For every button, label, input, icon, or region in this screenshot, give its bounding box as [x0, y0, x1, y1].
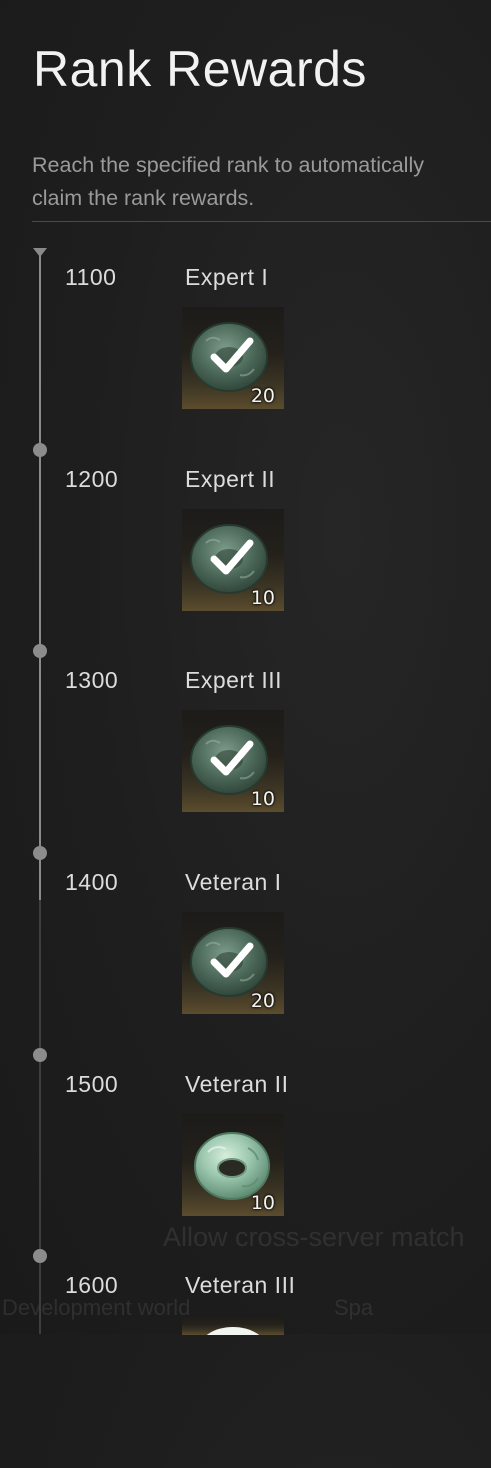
rank-score: 1300: [65, 667, 119, 693]
rank-tier: 1500 Veteran II 10: [0, 1048, 491, 1267]
reward-item[interactable]: 10: [182, 1114, 284, 1216]
timeline-node: [33, 443, 47, 457]
timeline-node: [33, 1048, 47, 1062]
rank-score: 1500: [65, 1071, 119, 1097]
description-line: claim the rank rewards.: [32, 186, 255, 210]
rank-tier: 1200 Expert II 10: [0, 443, 491, 662]
rank-tier: 1300 Expert III 10: [0, 644, 491, 863]
rank-tier: 1400 Veteran I 20: [0, 846, 491, 1065]
reward-quantity: 20: [250, 385, 275, 407]
jade-ring-icon: [206, 1327, 260, 1335]
reward-item[interactable]: [182, 1315, 284, 1335]
rank-name: Veteran III: [185, 1272, 296, 1298]
rank-score: 1200: [65, 466, 119, 492]
rank-tier: 1100 Expert I 20: [0, 258, 491, 460]
rank-score: 1400: [65, 869, 119, 895]
reward-item[interactable]: 20: [182, 912, 284, 1014]
header-divider: [32, 221, 491, 222]
timeline-node: [33, 846, 47, 860]
rank-name: Expert II: [185, 466, 276, 492]
rank-name: Expert I: [185, 264, 269, 290]
timeline-node: [33, 644, 47, 658]
reward-quantity: 20: [250, 990, 275, 1012]
page-title: Rank Rewards: [33, 41, 367, 97]
reward-item[interactable]: 20: [182, 307, 284, 409]
reward-quantity: 10: [250, 1192, 275, 1214]
rank-rewards-description: Reach the specified rank to automaticall…: [32, 149, 491, 215]
rank-tier: 1600 Veteran III: [0, 1249, 491, 1468]
reward-quantity: 10: [250, 788, 275, 810]
rank-name: Veteran II: [185, 1071, 289, 1097]
description-line: Reach the specified rank to automaticall…: [32, 153, 424, 177]
reward-item[interactable]: 10: [182, 710, 284, 812]
timeline-node: [33, 1249, 47, 1263]
rank-score: 1600: [65, 1272, 119, 1298]
reward-item[interactable]: 10: [182, 509, 284, 611]
rank-name: Expert III: [185, 667, 283, 693]
rank-name: Veteran I: [185, 869, 282, 895]
rank-score: 1100: [65, 264, 117, 290]
reward-quantity: 10: [250, 587, 275, 609]
